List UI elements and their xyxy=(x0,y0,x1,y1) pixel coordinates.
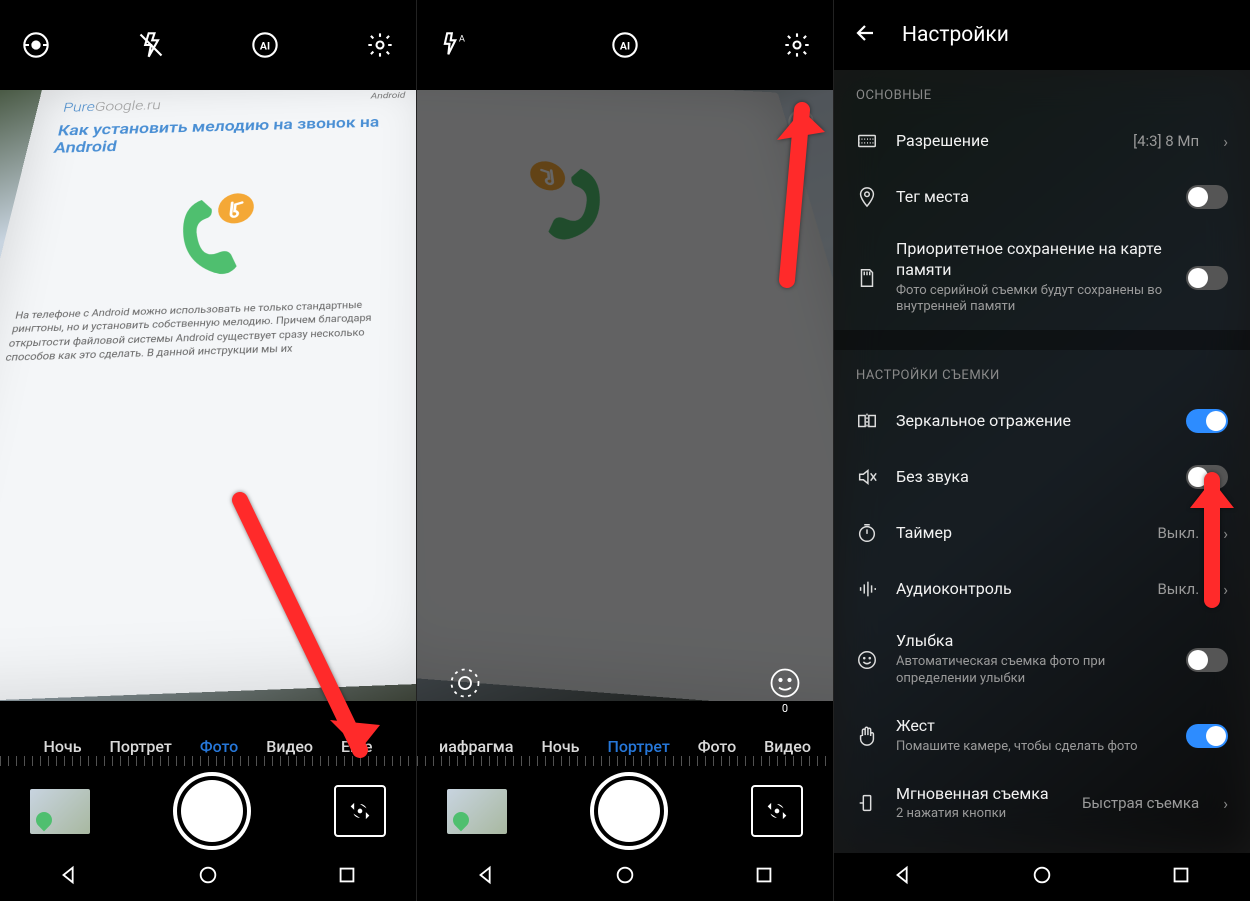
page-tag: Android xyxy=(371,90,406,100)
article-body: На телефоне с Android можно использовать… xyxy=(4,297,405,365)
mode-photo[interactable]: Фото xyxy=(698,737,736,756)
flash-auto-icon[interactable]: A xyxy=(437,29,469,61)
mode-portrait[interactable]: Портрет xyxy=(110,737,172,756)
article-headline: Как установить мелодию на звонок на Andr… xyxy=(52,113,405,157)
ai-mode-icon[interactable]: AI xyxy=(609,29,641,61)
setting-quickshot[interactable]: Мгновенная съемка 2 нажатия кнопки Быстр… xyxy=(834,770,1250,838)
nav-home-icon[interactable] xyxy=(197,864,219,890)
settings-title: Настройки xyxy=(902,23,1009,47)
audio-icon xyxy=(856,578,878,600)
beauty-row: 0 xyxy=(417,665,833,701)
gallery-thumbnail[interactable] xyxy=(30,789,90,834)
beauty-level-value: 0 xyxy=(782,702,788,715)
annotation-arrow-switchcam xyxy=(220,490,400,814)
settings-icon[interactable] xyxy=(364,29,396,61)
phone-ringtone-graphic xyxy=(504,147,627,246)
geotag-toggle[interactable] xyxy=(1186,185,1228,209)
mode-video[interactable]: Видео xyxy=(764,737,811,756)
site-brand: PureGoogle.ru xyxy=(62,92,406,116)
mirror-toggle[interactable] xyxy=(1186,409,1228,433)
phone-ringtone-graphic xyxy=(157,179,281,278)
quickshot-value: Быстрая съемка xyxy=(1082,794,1199,812)
setting-smile[interactable]: Улыбка Автоматическая съемка фото при оп… xyxy=(834,617,1250,702)
nav-recent-icon[interactable] xyxy=(336,864,358,890)
nav-home-icon[interactable] xyxy=(1031,864,1053,890)
mode-ruler xyxy=(417,756,833,766)
nav-recent-icon[interactable] xyxy=(1170,864,1192,890)
switch-camera-button[interactable] xyxy=(751,785,803,837)
hand-icon xyxy=(856,725,878,747)
flash-off-icon[interactable] xyxy=(135,29,167,61)
setting-resolution[interactable]: Разрешение [4:3] 8 Мп › xyxy=(834,113,1250,169)
timer-icon xyxy=(856,522,878,544)
mode-night[interactable]: Ночь xyxy=(44,737,82,756)
lens-mode-icon[interactable] xyxy=(20,29,52,61)
nav-recent-icon[interactable] xyxy=(753,864,775,890)
camera-modes[interactable]: иафрагма Ночь Портрет Фото Видео xyxy=(417,737,833,756)
mirror-icon xyxy=(856,410,878,432)
camera-bottombar xyxy=(417,771,833,851)
gesture-toggle[interactable] xyxy=(1186,724,1228,748)
nav-home-icon[interactable] xyxy=(614,864,636,890)
camera-screen-photo: Android PureGoogle.ru Как установить мел… xyxy=(0,0,417,901)
resolution-icon xyxy=(856,130,878,152)
ai-mode-icon[interactable]: AI xyxy=(249,29,281,61)
nav-back-icon[interactable] xyxy=(58,864,80,890)
svg-text:AI: AI xyxy=(260,40,270,53)
beauty-level-icon[interactable]: 0 xyxy=(767,665,803,701)
svg-text:AI: AI xyxy=(620,40,630,53)
mode-night[interactable]: Ночь xyxy=(541,737,579,756)
quickshot-icon xyxy=(856,792,878,814)
gallery-thumbnail[interactable] xyxy=(447,789,507,834)
settings-divider xyxy=(834,330,1250,350)
smile-icon xyxy=(856,649,878,671)
location-icon xyxy=(856,186,878,208)
annotation-arrow-mirror xyxy=(1182,440,1242,614)
android-navbar xyxy=(0,853,416,901)
chevron-right-icon: › xyxy=(1223,132,1228,151)
nav-back-icon[interactable] xyxy=(892,864,914,890)
setting-sd-priority[interactable]: Приоритетное сохранение на карте памяти … xyxy=(834,225,1250,330)
android-navbar xyxy=(417,853,833,901)
camera-topbar: AI xyxy=(0,0,416,90)
settings-header: Настройки xyxy=(834,0,1250,70)
sdcard-icon xyxy=(856,267,878,289)
mute-icon xyxy=(856,466,878,488)
sd-priority-toggle[interactable] xyxy=(1186,266,1228,290)
nav-back-icon[interactable] xyxy=(475,864,497,890)
mode-aperture[interactable]: иафрагма xyxy=(439,737,513,756)
camera-settings-screen: Настройки ОСНОВНЫЕ Разрешение [4:3] 8 Мп… xyxy=(834,0,1250,901)
svg-text:A: A xyxy=(459,34,465,45)
group-main-label: ОСНОВНЫЕ xyxy=(834,70,1250,113)
chevron-right-icon: › xyxy=(1223,794,1228,813)
smile-toggle[interactable] xyxy=(1186,648,1228,672)
camera-screen-portrait: A AI 0 иафрагма Ночь Портрет Фото Видео xyxy=(417,0,834,901)
back-icon[interactable] xyxy=(854,21,878,49)
shutter-button[interactable] xyxy=(590,772,668,850)
setting-geotag[interactable]: Тег места xyxy=(834,169,1250,225)
setting-gesture[interactable]: Жест Помашите камере, чтобы сделать фото xyxy=(834,702,1250,770)
effects-icon[interactable] xyxy=(447,665,483,701)
android-navbar xyxy=(834,853,1250,901)
resolution-value: [4:3] 8 Мп xyxy=(1133,132,1199,150)
group-shooting-label: НАСТРОЙКИ СЪЕМКИ xyxy=(834,350,1250,393)
settings-icon[interactable] xyxy=(781,29,813,61)
annotation-arrow-settings xyxy=(757,70,834,294)
mode-portrait[interactable]: Портрет xyxy=(607,737,669,756)
